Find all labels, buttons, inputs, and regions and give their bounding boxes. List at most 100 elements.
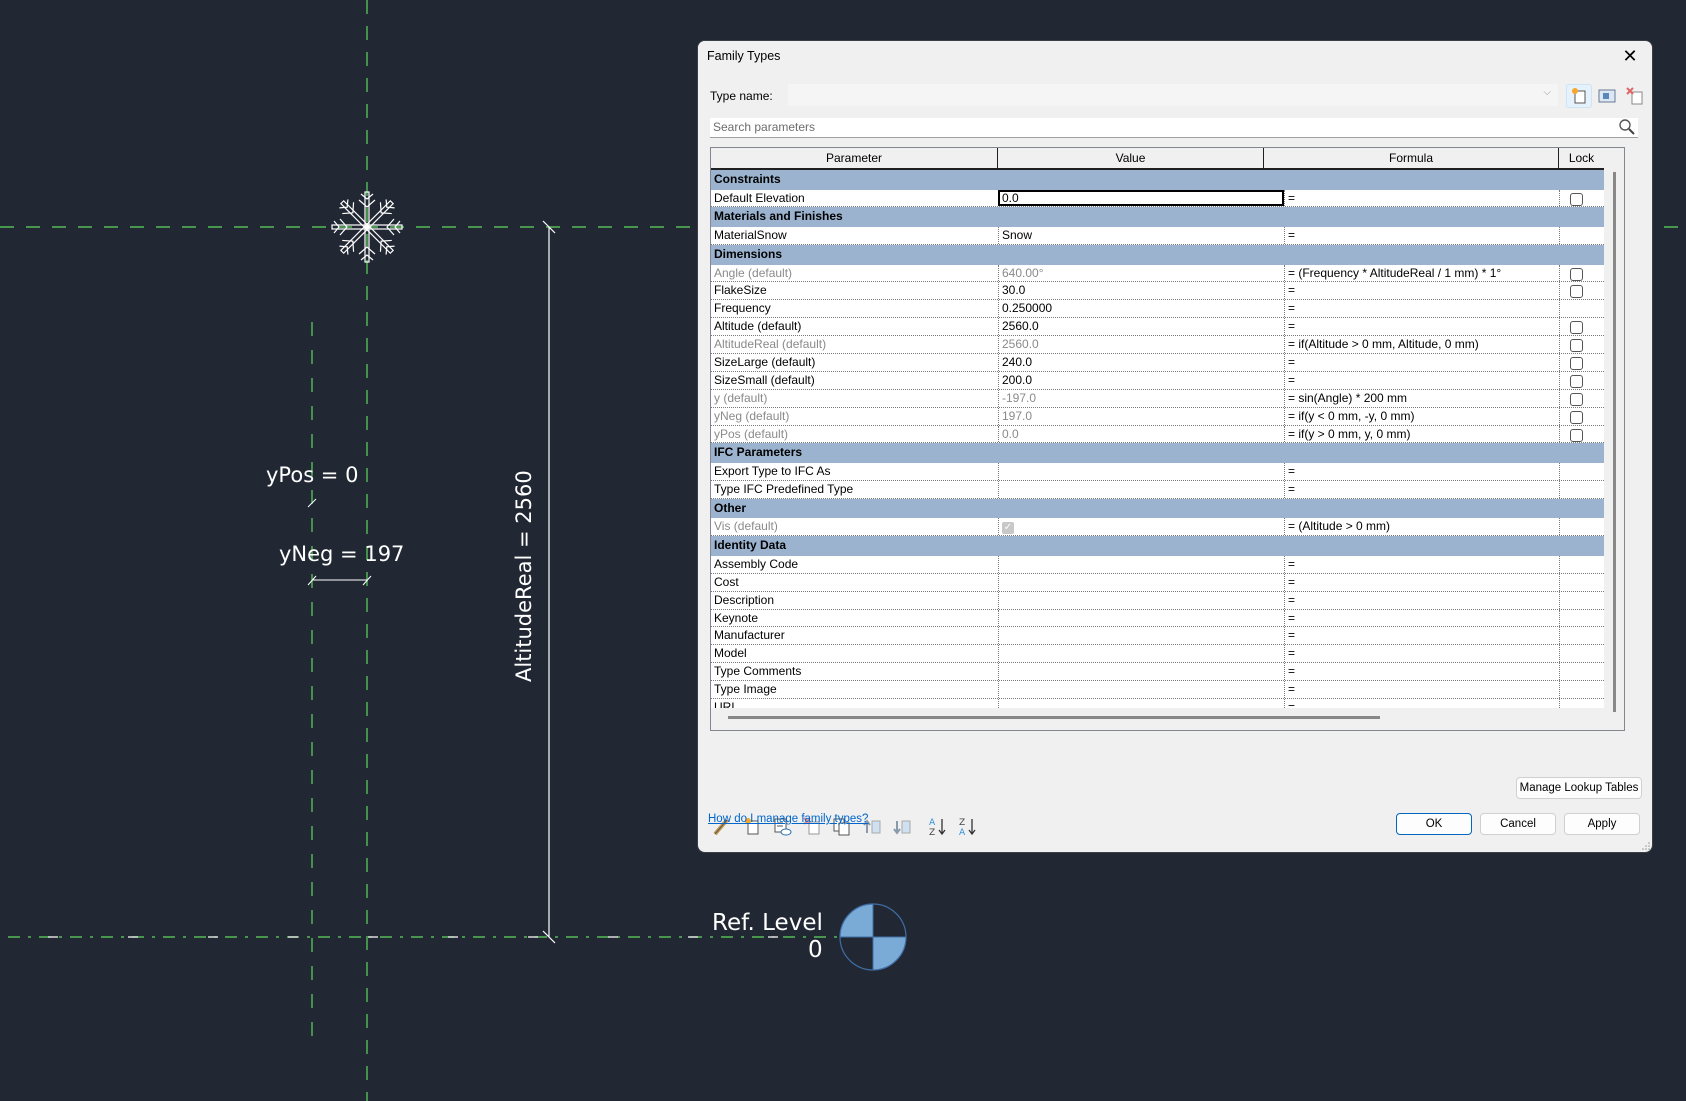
table-row[interactable]: Type Comments = [711, 663, 1624, 682]
parameter-formula[interactable]: = if(Altitude > 0 mm, Altitude, 0 mm) [1284, 336, 1559, 354]
vertical-scrollbar-thumb[interactable] [1613, 172, 1616, 712]
table-row[interactable]: Manufacturer = [711, 627, 1624, 646]
parameter-formula[interactable]: = [1284, 555, 1559, 573]
table-row[interactable]: FlakeSize 30.0 = [711, 282, 1624, 301]
table-row[interactable]: Export Type to IFC As = [711, 463, 1624, 481]
lock-checkbox[interactable] [1570, 285, 1583, 299]
apply-button[interactable]: Apply [1564, 813, 1640, 835]
sort-ascending-button[interactable]: AZ [926, 815, 950, 838]
column-header-parameter[interactable]: Parameter [711, 148, 998, 168]
parameter-formula[interactable]: = [1284, 609, 1559, 627]
parameter-formula[interactable]: = [1284, 663, 1559, 681]
parameter-value[interactable] [998, 609, 1284, 627]
parameter-lock[interactable] [1559, 354, 1604, 371]
parameter-value[interactable] [998, 463, 1284, 480]
lock-checkbox[interactable] [1570, 192, 1583, 206]
parameter-value[interactable]: 197.0 [998, 407, 1284, 425]
parameter-value[interactable]: 0.0 [998, 189, 1284, 207]
lock-checkbox[interactable] [1570, 410, 1583, 424]
parameter-lock[interactable] [1559, 189, 1604, 207]
parameter-formula[interactable]: = [1284, 189, 1559, 207]
parameter-value[interactable]: ✓ [998, 518, 1284, 536]
group-header[interactable]: IFC Parameters [711, 443, 1624, 464]
delete-type-button[interactable] [1622, 84, 1648, 108]
parameter-formula[interactable]: = [1284, 282, 1559, 300]
table-row[interactable]: AltitudeReal (default) 2560.0 = if(Altitud… [711, 336, 1624, 355]
yneg-dimension[interactable] [307, 575, 372, 586]
table-row[interactable]: Cost = [711, 573, 1624, 592]
parameter-value[interactable] [998, 480, 1284, 498]
table-row[interactable]: Type IFC Predefined Type = [711, 480, 1624, 499]
move-down-button[interactable] [890, 815, 914, 837]
parameter-value[interactable] [998, 627, 1284, 645]
horizontal-scrollbar-track[interactable] [711, 708, 1604, 730]
table-row[interactable]: Type Image = [711, 681, 1624, 700]
type-name-dropdown[interactable]: ⌵ [788, 84, 1558, 106]
parameter-formula[interactable]: = [1284, 318, 1559, 336]
parameter-formula[interactable]: = sin(Angle) * 200 mm [1284, 389, 1559, 407]
table-row[interactable]: y (default) -197.0 = sin(Angle) * 200 mm [711, 389, 1624, 408]
parameter-value[interactable]: 0.0 [998, 425, 1284, 443]
table-row[interactable]: Frequency 0.250000 = [711, 300, 1624, 319]
group-header[interactable]: Materials and Finishes [711, 207, 1624, 228]
search-icon[interactable] [1618, 118, 1636, 136]
parameter-formula[interactable]: = if(y < 0 mm, -y, 0 mm) [1284, 407, 1559, 425]
parameter-lock[interactable] [1559, 282, 1604, 300]
rename-type-button[interactable] [1594, 84, 1620, 108]
parameter-formula[interactable]: = (Frequency * AltitudeReal / 1 mm) * 1° [1284, 264, 1559, 282]
parameter-value[interactable]: 640.00° [998, 264, 1284, 282]
manage-lookup-tables-button[interactable]: Manage Lookup Tables [1516, 777, 1642, 799]
table-row[interactable]: yNeg (default) 197.0 = if(y < 0 mm, -y, 0 … [711, 407, 1624, 426]
resize-grip-icon[interactable] [1642, 842, 1650, 850]
group-header[interactable]: Dimensions [711, 244, 1624, 265]
ok-button[interactable]: OK [1396, 813, 1472, 835]
parameter-formula[interactable]: = [1284, 354, 1559, 371]
parameter-lock[interactable] [1559, 389, 1604, 407]
parameter-formula[interactable]: = if(y > 0 mm, y, 0 mm) [1284, 425, 1559, 443]
sort-descending-button[interactable]: ZA [956, 815, 980, 838]
parameter-formula[interactable]: = [1284, 627, 1559, 645]
parameter-formula[interactable]: = [1284, 573, 1559, 591]
parameter-formula[interactable]: = [1284, 591, 1559, 609]
column-header-formula[interactable]: Formula [1264, 148, 1559, 168]
parameter-value[interactable] [998, 645, 1284, 663]
lock-checkbox[interactable] [1570, 392, 1583, 406]
search-parameters[interactable] [710, 118, 1638, 138]
table-row[interactable]: yPos (default) 0.0 = if(y > 0 mm, y, 0 mm) [711, 425, 1624, 444]
lock-checkbox[interactable] [1570, 321, 1583, 335]
search-input[interactable] [710, 118, 1593, 136]
parameter-lock[interactable] [1559, 371, 1604, 389]
parameter-formula[interactable]: = [1284, 480, 1559, 498]
table-row[interactable]: Model = [711, 645, 1624, 664]
new-type-button[interactable] [1566, 84, 1592, 108]
parameter-value[interactable] [998, 573, 1284, 591]
value-checkbox[interactable]: ✓ [1002, 522, 1014, 535]
table-row[interactable]: SizeLarge (default) 240.0 = [711, 354, 1624, 372]
parameter-value[interactable] [998, 591, 1284, 609]
parameter-formula[interactable]: = [1284, 681, 1559, 699]
group-header[interactable]: Constraints [711, 170, 1624, 190]
close-icon[interactable]: ✕ [1616, 43, 1644, 69]
parameter-formula[interactable]: = [1284, 463, 1559, 480]
table-row[interactable]: Default Elevation 0.0 = [711, 189, 1624, 208]
table-row[interactable]: Keynote = [711, 609, 1624, 628]
parameter-formula[interactable]: = [1284, 300, 1559, 318]
parameter-lock[interactable] [1559, 407, 1604, 425]
parameter-value[interactable] [998, 555, 1284, 573]
parameter-value[interactable]: 0.250000 [998, 300, 1284, 318]
column-header-lock[interactable]: Lock [1559, 148, 1604, 168]
table-row[interactable]: Assembly Code = [711, 555, 1624, 574]
parameter-value[interactable]: 30.0 [998, 282, 1284, 300]
table-row[interactable]: Angle (default) 640.00° = (Frequency * Alt… [711, 264, 1624, 283]
parameter-value[interactable] [998, 663, 1284, 681]
parameter-formula[interactable]: = [1284, 645, 1559, 663]
parameter-value[interactable]: Snow [998, 227, 1284, 244]
parameter-lock[interactable] [1559, 318, 1604, 336]
parameter-value[interactable] [998, 681, 1284, 699]
parameter-lock[interactable] [1559, 264, 1604, 282]
help-link[interactable]: How do I manage family types? [708, 813, 868, 825]
table-row[interactable]: MaterialSnow Snow = [711, 227, 1624, 245]
table-row[interactable]: SizeSmall (default) 200.0 = [711, 371, 1624, 390]
parameter-lock[interactable] [1559, 425, 1604, 443]
lock-checkbox[interactable] [1570, 339, 1583, 353]
